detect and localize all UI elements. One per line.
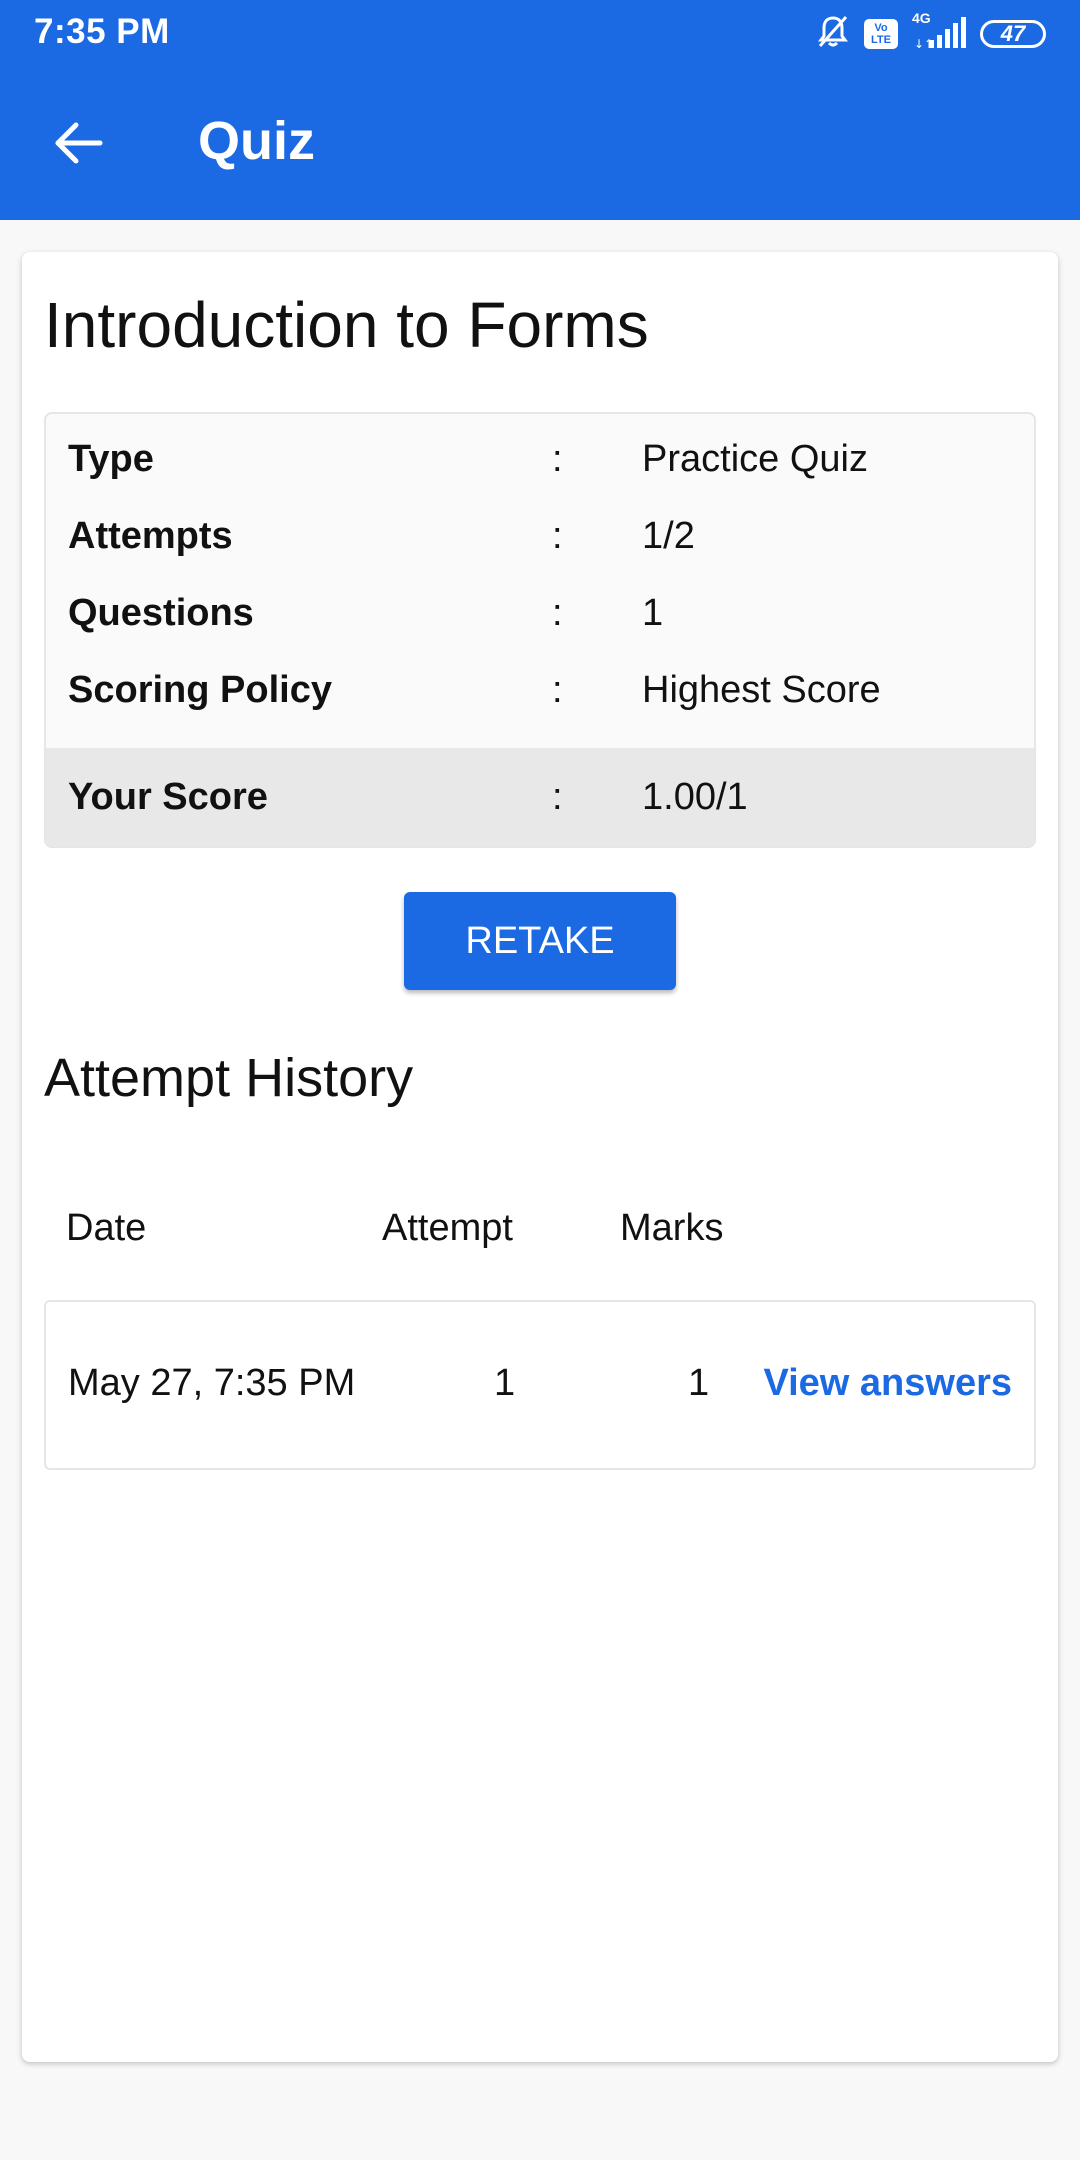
app-bar: 7:35 PM Vo LTE 4G ↓↑ 47 Quiz [0,0,1080,220]
quiz-info-box: Type : Practice Quiz Attempts : 1/2 Ques… [44,412,1036,848]
info-row-your-score: Your Score : 1.00/1 [46,748,1034,846]
quiz-title: Introduction to Forms [44,289,649,361]
page-title: Quiz [198,111,315,171]
signal-icon: 4G ↓↑ [912,10,966,54]
info-value: 1 [642,592,664,634]
volte-line1: Vo [874,22,888,34]
battery-icon: 47 [980,20,1046,48]
score-label: Your Score [68,776,268,818]
info-row-type: Type : Practice Quiz [46,420,1034,497]
column-header-date: Date [66,1207,147,1249]
status-icons: Vo LTE 4G ↓↑ 47 [816,10,1046,56]
info-separator: : [552,515,563,557]
score-value: 1.00/1 [642,776,748,818]
info-separator: : [552,592,563,634]
info-label: Type [68,438,154,480]
info-row-attempts: Attempts : 1/2 [46,497,1034,574]
column-header-marks: Marks [620,1207,724,1249]
info-separator: : [552,669,563,711]
column-header-attempt: Attempt [382,1207,513,1249]
attempt-number: 1 [494,1362,516,1404]
info-row-questions: Questions : 1 [46,574,1034,651]
info-value: Practice Quiz [642,438,868,480]
retake-button[interactable]: RETAKE [404,892,676,990]
back-button[interactable] [40,105,116,181]
attempt-history-title: Attempt History [44,1048,414,1108]
attempt-marks: 1 [688,1362,710,1404]
notifications-off-icon [816,14,850,55]
view-answers-link[interactable]: View answers [763,1362,1012,1405]
quiz-card: Introduction to Forms Type : Practice Qu… [22,252,1058,2062]
volte-line2: LTE [871,34,891,46]
battery-level: 47 [1000,21,1026,46]
info-separator: : [552,438,563,480]
info-value: Highest Score [642,669,881,711]
arrow-left-icon [55,122,103,164]
info-label: Questions [68,592,254,634]
volte-icon: Vo LTE [864,19,898,49]
attempt-date: May 27, 7:35 PM [68,1362,356,1404]
info-row-scoring-policy: Scoring Policy : Highest Score [46,651,1034,728]
info-label: Attempts [68,515,233,557]
attempt-row: May 27, 7:35 PM 1 1 View answers [44,1300,1036,1470]
info-label: Scoring Policy [68,669,332,711]
status-time: 7:35 PM [34,12,170,51]
info-value: 1/2 [642,515,695,557]
score-separator: : [552,776,563,818]
